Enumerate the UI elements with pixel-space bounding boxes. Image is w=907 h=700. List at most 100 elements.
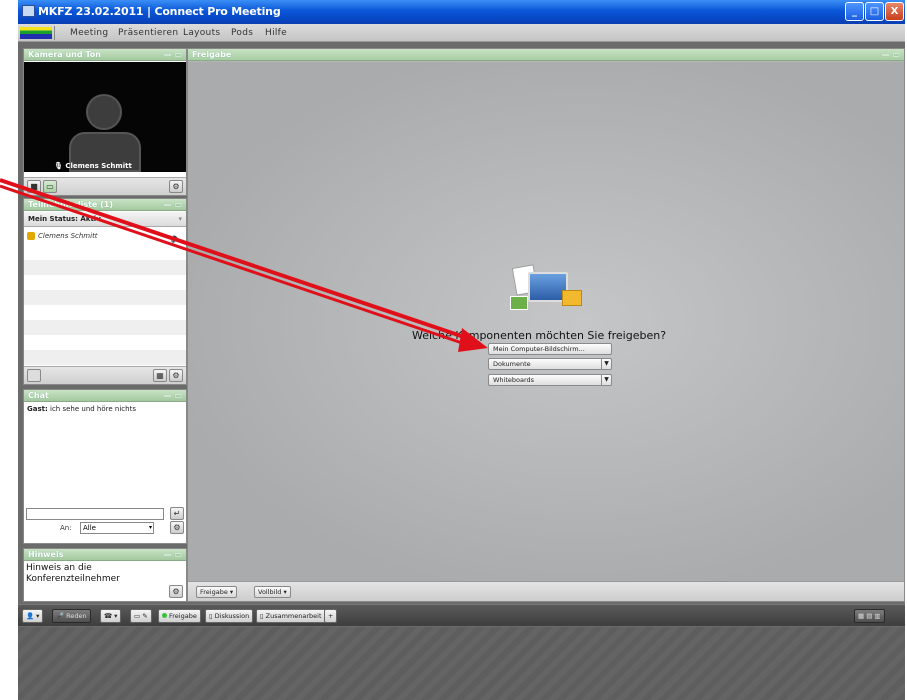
fullscreen-button[interactable]: Vollbild ▾ [254,586,291,598]
talk-button-label: Reden [66,612,87,620]
menu-meeting[interactable]: Meeting [70,28,108,38]
add-layout-button[interactable]: + [324,609,338,623]
maximize-button[interactable]: □ [865,2,884,21]
pod-menu-icon[interactable]: — ▭ [164,390,182,402]
menu-separator [54,26,55,40]
recipient-label: An: [60,524,72,532]
list-item [24,350,186,365]
grid-view-icon[interactable]: ▦ [153,369,167,382]
chat-pod-title: Chat [28,391,49,400]
layout-tab-label: Zusammenarbeit [265,612,322,620]
attendee-pod-footer: ▦ ⚙ [24,366,186,384]
avatar-placeholder-head [86,94,122,130]
share-pod-footer: Freigabe ▾ Vollbild ▾ [188,581,904,601]
my-status-label: Mein Status: Aktiv [28,215,101,223]
pod-menu-icon[interactable]: — ▭ [882,49,900,61]
chat-sender: Gast: [27,405,48,413]
attendee-name: Clemens Schmitt [38,232,98,240]
window-title: MKFZ 23.02.2011 | Connect Pro Meeting [38,5,281,18]
attendee-pod-title: Teilnehmerliste (1) [28,200,113,209]
share-pod-header: Freigabe — ▭ [188,49,904,61]
layout-tab-label: Diskussion [214,612,250,620]
attendee-options-icon[interactable]: ⚙ [169,369,183,382]
share-illustration-icon [508,262,588,322]
send-message-icon[interactable]: ↵ [170,507,184,520]
speaker-icon: 🔈 [170,234,182,244]
attendee-list-pod: Teilnehmerliste (1) — ▭ Mein Status: Akt… [23,198,187,385]
share-option-label: Whiteboards [493,376,535,384]
attendee-row[interactable]: Clemens Schmitt 🔈 [24,228,186,244]
share-my-screen-button[interactable]: Mein Computer-Bildschirm... [488,343,612,355]
share-option-label: Mein Computer-Bildschirm... [493,345,585,353]
notes-options-icon[interactable]: ⚙ [169,585,183,598]
list-item [24,290,186,305]
chevron-down-icon: ▾ [178,215,182,223]
phone-icon[interactable]: ☎ ▾ [100,609,122,623]
title-bar: MKFZ 23.02.2011 | Connect Pro Meeting _ … [18,0,905,24]
camera-participant-label: Clemens Schmitt [65,162,132,170]
talk-button[interactable]: 🎤 Reden [52,609,91,623]
share-stage: Welche Komponenten möchten Sie freigeben… [188,62,904,581]
notes-text: Hinweis an die Konferenzteilnehmer [26,563,120,584]
pod-menu-icon[interactable]: — ▭ [164,549,182,561]
camera-video: 🎙 Clemens Schmitt [24,62,186,172]
bottom-toolbar: 👤 ▾ 🎤 Reden ☎ ▾ ▭ ✎ Freigabe ▯ Diskussio… [18,604,905,626]
chat-message: Gast: ich sehe und höre nichts [27,405,136,413]
list-item [24,320,186,335]
connect-logo [20,27,52,39]
camera-participant-name: 🎙 Clemens Schmitt [54,162,132,170]
menu-praesentieren[interactable]: Präsentieren [118,28,178,38]
close-button[interactable]: X [885,2,904,21]
share-question: Welche Komponenten möchten Sie freigeben… [412,329,667,342]
chat-pod-header: Chat — ▭ [24,390,186,402]
chevron-down-icon: ▼ [601,375,611,385]
notes-pod-header: Hinweis — ▭ [24,549,186,561]
camera-pod-title: Kamera und Ton [28,50,101,59]
chevron-down-icon: ▾ [148,524,152,531]
menu-pods[interactable]: Pods [231,28,253,38]
menu-hilfe[interactable]: Hilfe [265,28,287,38]
layout-view-icons[interactable]: ▦ ▤ ▥ [854,609,885,623]
chat-pod: Chat — ▭ Gast: ich sehe und höre nichts … [23,389,187,544]
menu-bar: Meeting Präsentieren Layouts Pods Hilfe [18,24,905,42]
active-indicator-icon [162,613,167,618]
menu-layouts[interactable]: Layouts [183,28,220,38]
chat-input[interactable] [26,508,164,520]
notes-pod: Hinweis — ▭ Hinweis an die Konferenzteil… [23,548,187,602]
pod-menu-icon[interactable]: — ▭ [164,49,182,61]
camera-pod-header: Kamera und Ton — ▭ [24,49,186,61]
raise-hand-icon[interactable] [27,369,41,382]
recipient-select[interactable]: Alle ▾ [80,522,154,534]
app-icon [22,5,35,17]
application-window: MKFZ 23.02.2011 | Connect Pro Meeting _ … [18,0,905,700]
chat-text: ich sehe und höre nichts [50,405,136,413]
meeting-status-icon[interactable]: 👤 ▾ [22,609,44,623]
share-pod-title: Freigabe [192,50,232,59]
camera-options-icon[interactable]: ⚙ [169,180,183,193]
share-whiteboards-dropdown[interactable]: Whiteboards ▼ [488,374,612,386]
layout-tab-zusammenarbeit[interactable]: ▯ Zusammenarbeit [256,609,326,623]
notes-pod-title: Hinweis [28,550,64,559]
minimize-button[interactable]: _ [845,2,864,21]
camera-icon[interactable]: ▭ [43,180,57,193]
stop-camera-icon[interactable]: ■ [27,180,41,193]
chat-options-icon[interactable]: ⚙ [170,521,184,534]
share-button[interactable]: Freigabe ▾ [196,586,238,598]
layout-tab-diskussion[interactable]: ▯ Diskussion [205,609,254,623]
list-item [24,260,186,275]
pod-menu-icon[interactable]: — ▭ [164,199,182,211]
layout-tab-freigabe[interactable]: Freigabe [158,609,201,623]
layout-bar-area [18,627,905,700]
chevron-down-icon: ▼ [601,359,611,369]
my-status-dropdown[interactable]: Mein Status: Aktiv ▾ [24,212,186,227]
share-option-label: Dokumente [493,360,531,368]
host-icon [27,232,35,240]
share-pod: Freigabe — ▭ Welche Komponenten möchten … [187,48,905,602]
camera-pod-footer: ■ ▭ ⚙ [24,177,186,195]
layout-tab-label: Freigabe [169,612,197,620]
attendee-pod-header: Teilnehmerliste (1) — ▭ [24,199,186,211]
camera-toolbar-icon[interactable]: ▭ ✎ [130,609,152,623]
share-documents-dropdown[interactable]: Dokumente ▼ [488,358,612,370]
fullscreen-button-label: Vollbild [258,588,282,596]
share-button-label: Freigabe [200,588,228,596]
